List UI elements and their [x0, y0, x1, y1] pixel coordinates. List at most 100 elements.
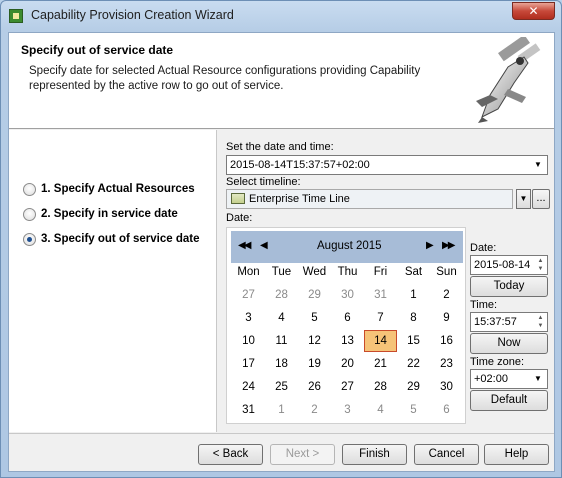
calendar-day[interactable]: 20: [331, 353, 364, 375]
spin-up-icon[interactable]: ▲: [535, 314, 546, 322]
prev-year-icon[interactable]: ◀◀: [238, 240, 251, 251]
page-description: Specify date for selected Actual Resourc…: [29, 65, 421, 92]
month-year-label: August 2015: [317, 240, 382, 252]
timezone-label: Time zone:: [470, 356, 525, 368]
app-icon: [9, 9, 23, 23]
title-bar: Capability Provision Creation Wizard ✕: [1, 1, 561, 31]
space-shuttle-icon: [476, 37, 541, 123]
next-button[interactable]: Next >: [270, 444, 335, 465]
calendar-day[interactable]: 4: [265, 307, 298, 329]
cancel-button[interactable]: Cancel: [414, 444, 479, 465]
steps-panel: 1. Specify Actual Resources 2. Specify i…: [9, 130, 217, 432]
calendar-day[interactable]: 15: [397, 330, 430, 352]
step-label: 3. Specify out of service date: [41, 233, 200, 245]
calendar-day[interactable]: 10: [232, 330, 265, 352]
timeline-icon: [231, 193, 245, 204]
timeline-field[interactable]: Enterprise Time Line: [226, 189, 513, 209]
calendar-day-selected[interactable]: 14: [364, 330, 397, 352]
weekday-header: Thu: [337, 266, 358, 278]
prev-month-icon[interactable]: ◀: [260, 240, 268, 251]
header-banner: Specify out of service date Specify date…: [9, 33, 554, 129]
calendar-day[interactable]: 13: [331, 330, 364, 352]
today-button[interactable]: Today: [470, 276, 548, 297]
weekday-header: Sun: [436, 266, 457, 278]
calendar-day[interactable]: 31: [232, 399, 265, 421]
time-value: 15:37:57: [474, 316, 517, 328]
back-button[interactable]: < Back: [198, 444, 263, 465]
calendar-day[interactable]: 30: [430, 376, 463, 398]
datetime-value: 2015-08-14T15:37:57+02:00: [230, 159, 370, 171]
calendar-day[interactable]: 19: [298, 353, 331, 375]
chevron-down-icon[interactable]: ▼: [531, 372, 545, 386]
calendar-day[interactable]: 24: [232, 376, 265, 398]
calendar-day[interactable]: 6: [331, 307, 364, 329]
weekday-header: Mon: [237, 266, 260, 278]
wizard-footer: < Back Next > Finish Cancel Help: [9, 433, 554, 471]
timezone-combo[interactable]: +02:00 ▼: [470, 369, 548, 389]
timeline-dropdown-button[interactable]: ▼: [516, 189, 531, 209]
weekday-header: Fri: [373, 266, 388, 278]
calendar-day[interactable]: 17: [232, 353, 265, 375]
calendar-day[interactable]: 6: [430, 399, 463, 421]
step-label: 2. Specify in service date: [41, 208, 178, 220]
calendar-day[interactable]: 27: [232, 284, 265, 306]
next-month-icon[interactable]: ▶: [426, 240, 434, 251]
spin-up-icon[interactable]: ▲: [535, 257, 546, 265]
calendar-day[interactable]: 23: [430, 353, 463, 375]
calendar-day[interactable]: 3: [232, 307, 265, 329]
calendar-day[interactable]: 26: [298, 376, 331, 398]
date-value: 2015-08-14: [474, 259, 531, 271]
finish-button[interactable]: Finish: [342, 444, 407, 465]
calendar-header: ◀◀ ◀ August 2015 ▶ ▶▶: [231, 231, 463, 263]
calendar-day[interactable]: 1: [397, 284, 430, 306]
next-year-icon[interactable]: ▶▶: [442, 240, 455, 251]
timeline-label: Select timeline:: [226, 176, 301, 188]
calendar-day[interactable]: 28: [364, 376, 397, 398]
date-label: Date:: [470, 242, 497, 254]
calendar-day[interactable]: 1: [265, 399, 298, 421]
calendar-day[interactable]: 16: [430, 330, 463, 352]
calendar-day[interactable]: 31: [364, 284, 397, 306]
calendar-day[interactable]: 28: [265, 284, 298, 306]
datetime-label: Set the date and time:: [226, 141, 334, 153]
wizard-body: Specify out of service date Specify date…: [8, 32, 555, 472]
now-button[interactable]: Now: [470, 333, 548, 354]
calendar-day[interactable]: 8: [397, 307, 430, 329]
step-radio[interactable]: [23, 183, 36, 196]
timeline-browse-button[interactable]: ...: [532, 189, 550, 209]
calendar-day[interactable]: 2: [298, 399, 331, 421]
calendar-day[interactable]: 2: [430, 284, 463, 306]
calendar-day[interactable]: 22: [397, 353, 430, 375]
spin-down-icon[interactable]: ▼: [535, 265, 546, 273]
time-spinner[interactable]: 15:37:57 ▲ ▼: [470, 312, 548, 332]
step-label: 1. Specify Actual Resources: [41, 183, 195, 195]
window-title: Capability Provision Creation Wizard: [31, 8, 234, 22]
step-radio-selected[interactable]: [23, 233, 36, 246]
calendar-day[interactable]: 3: [331, 399, 364, 421]
calendar-day[interactable]: 18: [265, 353, 298, 375]
calendar-day[interactable]: 27: [331, 376, 364, 398]
wizard-window: Capability Provision Creation Wizard ✕ S…: [0, 0, 562, 478]
date-spinner[interactable]: 2015-08-14 ▲ ▼: [470, 255, 548, 275]
close-button[interactable]: ✕: [512, 2, 555, 20]
calendar-day[interactable]: 11: [265, 330, 298, 352]
calendar-day[interactable]: 29: [298, 284, 331, 306]
weekday-header: Sat: [404, 266, 423, 278]
calendar-day[interactable]: 5: [397, 399, 430, 421]
date-settings-panel: Set the date and time: 2015-08-14T15:37:…: [219, 130, 554, 432]
step-radio[interactable]: [23, 208, 36, 221]
calendar-day[interactable]: 9: [430, 307, 463, 329]
calendar-day[interactable]: 7: [364, 307, 397, 329]
calendar-day[interactable]: 5: [298, 307, 331, 329]
calendar-day[interactable]: 4: [364, 399, 397, 421]
calendar-day[interactable]: 12: [298, 330, 331, 352]
calendar-day[interactable]: 30: [331, 284, 364, 306]
default-button[interactable]: Default: [470, 390, 548, 411]
calendar-day[interactable]: 25: [265, 376, 298, 398]
calendar-day[interactable]: 29: [397, 376, 430, 398]
spin-down-icon[interactable]: ▼: [535, 322, 546, 330]
calendar-day[interactable]: 21: [364, 353, 397, 375]
help-button[interactable]: Help: [484, 444, 549, 465]
datetime-combo[interactable]: 2015-08-14T15:37:57+02:00 ▼: [226, 155, 548, 175]
chevron-down-icon[interactable]: ▼: [531, 158, 545, 172]
